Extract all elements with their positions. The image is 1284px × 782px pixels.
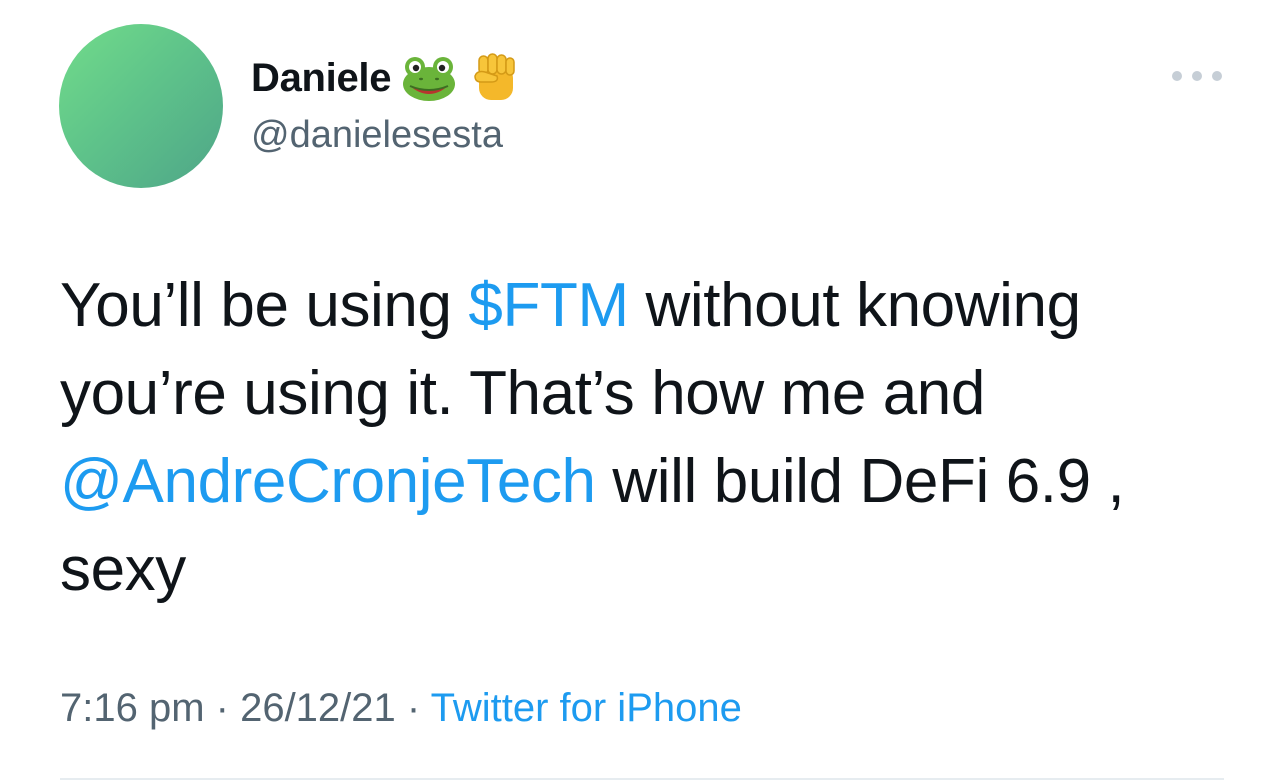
- tweet-text-segment: without knowing: [628, 271, 1082, 340]
- tweet-line-4: sexy: [60, 535, 186, 604]
- tweet-date[interactable]: 26/12/21: [240, 686, 396, 730]
- cashtag-link[interactable]: $FTM: [468, 271, 629, 340]
- tweet-text-segment: You’ll be using: [60, 271, 469, 340]
- meta-separator: ·: [395, 686, 431, 730]
- more-options-icon[interactable]: [1172, 64, 1222, 88]
- display-name[interactable]: Daniele: [251, 56, 391, 101]
- tweet-text: You’ll be using $FTM without knowing you…: [60, 262, 1240, 614]
- dot: [1212, 71, 1222, 81]
- dot: [1192, 71, 1202, 81]
- avatar[interactable]: [59, 24, 223, 188]
- author-name-row: Daniele: [251, 50, 523, 106]
- tweet-line-3: @AndreCronjeTech will build DeFi 6.9 ,: [60, 438, 1240, 526]
- mention-link[interactable]: @AndreCronjeTech: [60, 447, 596, 516]
- tweet-line-2: you’re using it. That’s how me and: [60, 359, 985, 428]
- frog-face-icon: [401, 52, 457, 104]
- tweet-text-segment: will build DeFi 6.9 ,: [595, 447, 1125, 516]
- meta-separator: ·: [204, 686, 241, 730]
- divider: [60, 778, 1224, 780]
- tweet-source-link[interactable]: Twitter for iPhone: [431, 686, 742, 730]
- raised-fist-icon: [467, 52, 523, 104]
- tweet-meta: 7:16 pm · 26/12/21 · Twitter for iPhone: [60, 686, 742, 731]
- dot: [1172, 71, 1182, 81]
- tweet-line-1: You’ll be using $FTM without knowing: [60, 262, 1240, 350]
- tweet-time[interactable]: 7:16 pm: [60, 686, 205, 730]
- author-handle[interactable]: @danielesesta: [251, 114, 503, 157]
